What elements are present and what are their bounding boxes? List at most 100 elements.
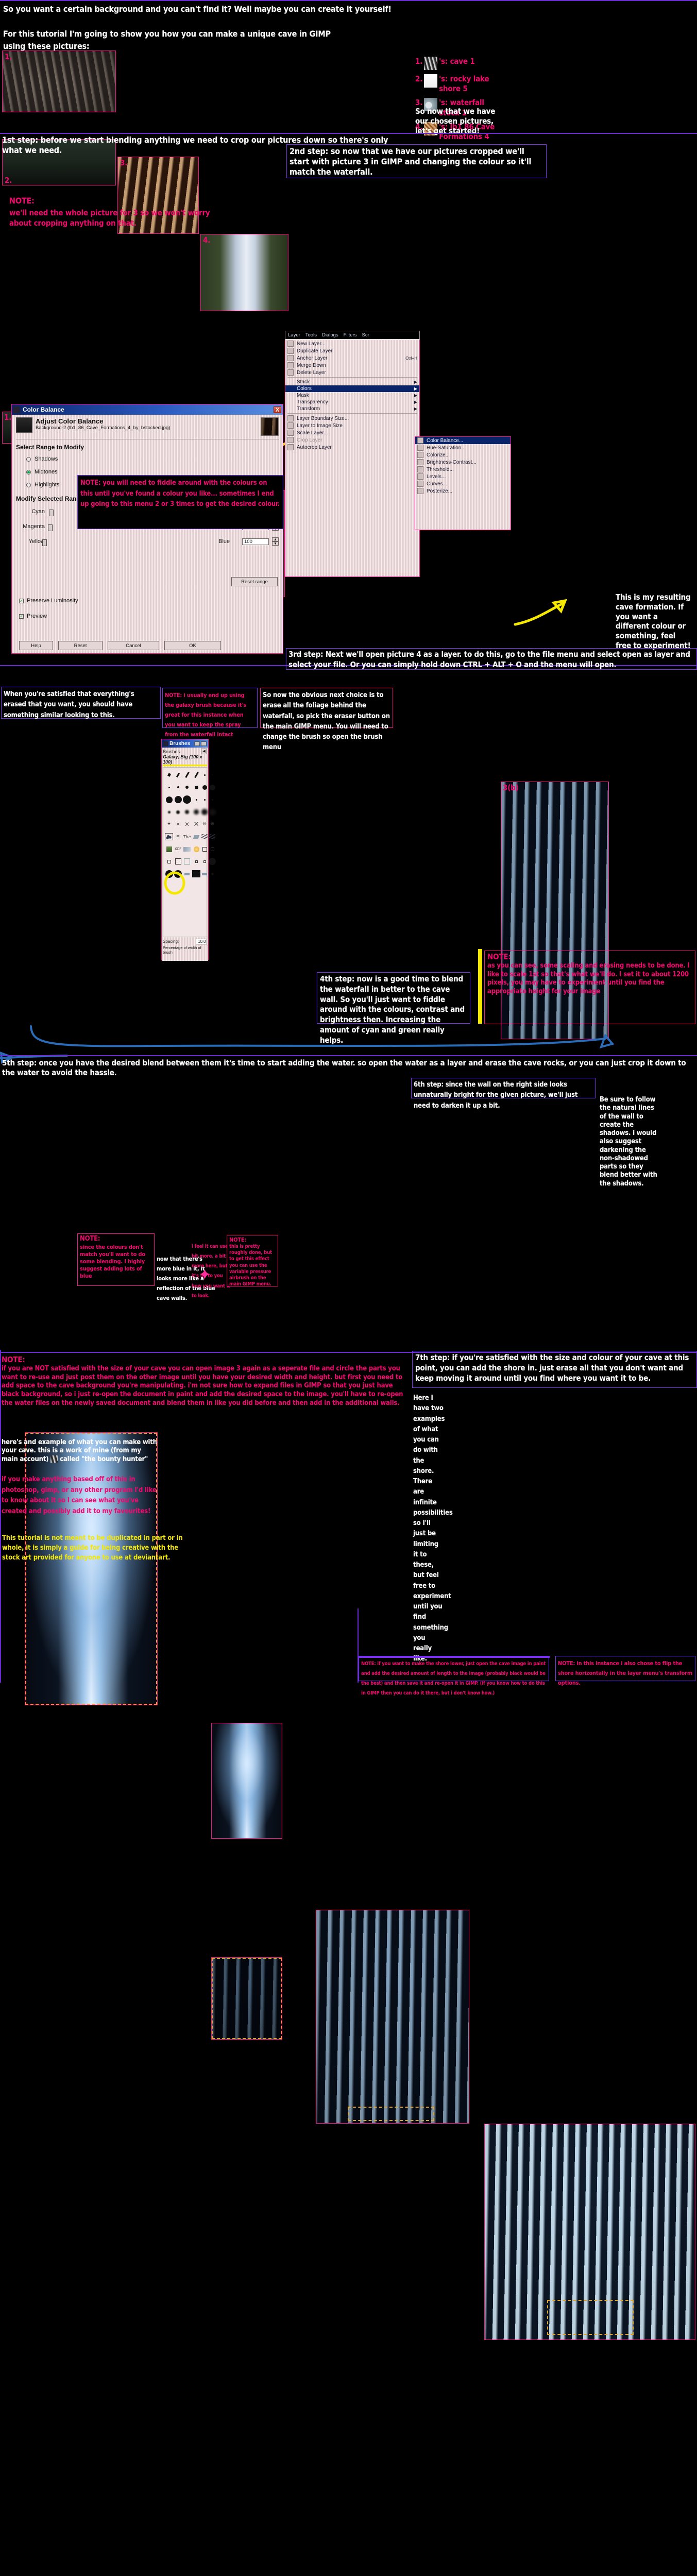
menu-item-duplicate-layer[interactable]: Duplicate Layer xyxy=(285,347,419,354)
brush-item-galaxy-big[interactable] xyxy=(165,831,173,842)
checkbox-preserve-luminosity[interactable]: ✓ Preserve Luminosity xyxy=(19,598,78,604)
menubar-item-dialogs[interactable]: Dialogs xyxy=(322,332,338,338)
brush-item[interactable] xyxy=(209,782,216,793)
brush-item[interactable] xyxy=(209,843,216,855)
menu-item-hue-saturation[interactable]: Hue-Saturation... xyxy=(415,444,511,451)
brush-item[interactable] xyxy=(165,782,173,793)
brush-item[interactable] xyxy=(174,794,182,805)
menubar-item-tools[interactable]: Tools xyxy=(305,332,317,338)
spinner-arrows[interactable]: ▲▼ xyxy=(272,537,279,546)
brush-item[interactable] xyxy=(183,843,191,855)
brush-item[interactable] xyxy=(165,843,173,855)
spinner-down-icon[interactable]: ▼ xyxy=(272,541,279,546)
close-icon[interactable]: X xyxy=(274,406,281,413)
menu-item-color-balance[interactable]: Color Balance... xyxy=(415,437,511,444)
brushes-dialog[interactable]: Brushes Brushes ◀ Galaxy, Big (100 x 100… xyxy=(161,739,216,960)
menubar-item-filters[interactable]: Filters xyxy=(344,332,357,338)
minimize-icon[interactable] xyxy=(194,741,200,746)
brush-item[interactable] xyxy=(183,856,191,867)
slider-handle[interactable] xyxy=(42,539,47,546)
cancel-button[interactable]: Cancel xyxy=(108,641,159,650)
brush-item[interactable] xyxy=(183,769,191,781)
spacing-value[interactable]: 10.0 xyxy=(196,939,207,944)
ok-button[interactable]: OK xyxy=(164,641,221,650)
brush-item[interactable]: ❋ xyxy=(209,819,216,830)
brush-item[interactable]: XCF xyxy=(174,843,182,855)
menubar-item-script[interactable]: Scr xyxy=(362,332,369,338)
brush-item[interactable] xyxy=(192,806,200,818)
menu-item-colors[interactable]: Colors ▶ xyxy=(285,385,419,392)
menu-item-threshold[interactable]: Threshold... xyxy=(415,466,511,473)
radio-midtones[interactable]: Midtones xyxy=(26,469,279,475)
menu-item-scale-layer[interactable]: Scale Layer... xyxy=(285,429,419,436)
menu-item-transform[interactable]: Transform ▶ xyxy=(285,405,419,412)
brush-item[interactable] xyxy=(174,868,182,879)
radio-shadows[interactable]: Shadows xyxy=(26,456,279,462)
brush-item[interactable] xyxy=(201,831,208,842)
brush-item[interactable] xyxy=(192,868,200,879)
brush-item[interactable] xyxy=(174,769,182,781)
slider-row-yellow-blue[interactable]: Yellow Blue 100 ▲ ▼ xyxy=(16,537,279,546)
menu-item-mask[interactable]: Mask ▶ xyxy=(285,392,419,399)
brush-item[interactable] xyxy=(209,794,216,805)
menu-item-layer-to-image-size[interactable]: Layer to Image Size xyxy=(285,422,419,429)
brush-item[interactable] xyxy=(201,856,208,867)
brushes-titlebar[interactable]: Brushes xyxy=(162,739,208,748)
brush-item[interactable] xyxy=(192,856,200,867)
menu-item-levels[interactable]: Levels... xyxy=(415,473,511,480)
brush-item[interactable] xyxy=(183,782,191,793)
brush-item[interactable] xyxy=(192,769,200,781)
brush-item[interactable] xyxy=(174,856,182,867)
menubar-item-layer[interactable]: Layer xyxy=(288,332,300,338)
brush-item[interactable]: ❊ xyxy=(201,819,208,830)
brush-item[interactable] xyxy=(209,806,216,818)
brush-item[interactable] xyxy=(201,843,208,855)
brush-item[interactable] xyxy=(183,806,191,818)
menu-item-transparency[interactable]: Transparency ▶ xyxy=(285,399,419,405)
menu-item-anchor-layer[interactable]: Anchor Layer Ctrl+H xyxy=(285,354,419,362)
brush-item[interactable] xyxy=(183,868,191,879)
reset-range-button[interactable]: Reset range xyxy=(231,577,278,586)
help-button[interactable]: Help xyxy=(19,641,53,650)
brush-item[interactable] xyxy=(209,856,216,867)
menu-item-new-layer[interactable]: New Layer... xyxy=(285,340,419,347)
brush-item[interactable]: ✕ xyxy=(174,819,182,830)
brush-item[interactable] xyxy=(165,794,173,805)
menu-item-brightness-contrast[interactable]: Brightness-Contrast... xyxy=(415,459,511,466)
gimp-colors-submenu[interactable]: Color Balance... Hue-Saturation... Color… xyxy=(415,436,511,530)
menu-item-layer-boundary-size[interactable]: Layer Boundary Size... xyxy=(285,415,419,422)
brush-item[interactable]: ❋ xyxy=(174,831,182,842)
brush-item[interactable] xyxy=(174,782,182,793)
color-balance-titlebar[interactable]: Color Balance X xyxy=(12,404,283,415)
menu-item-autocrop-layer[interactable]: Autocrop Layer xyxy=(285,444,419,451)
brush-item[interactable]: ✕ xyxy=(183,819,191,830)
menu-item-delete-layer[interactable]: Delete Layer xyxy=(285,369,419,376)
brush-item[interactable] xyxy=(165,856,173,867)
brush-item[interactable] xyxy=(201,769,208,781)
reset-button[interactable]: Reset xyxy=(58,641,103,650)
brush-grid[interactable]: ✦ ✕ ✕ ✕ ❊ ❋ ❋ The XCF xyxy=(163,767,216,937)
brush-item[interactable] xyxy=(209,769,216,781)
slider-handle[interactable] xyxy=(49,510,54,516)
maximize-icon[interactable] xyxy=(201,741,207,746)
brush-item[interactable] xyxy=(165,868,173,879)
checkbox-preview[interactable]: ✓ Preview xyxy=(19,613,47,619)
menu-item-merge-down[interactable]: Merge Down xyxy=(285,362,419,369)
brush-item[interactable] xyxy=(183,794,191,805)
panel-menu-icon[interactable]: ◀ xyxy=(201,749,207,754)
slider-handle[interactable] xyxy=(48,524,53,531)
brush-item[interactable] xyxy=(192,782,200,793)
brush-item[interactable] xyxy=(201,794,208,805)
brush-item[interactable] xyxy=(201,806,208,818)
brush-item[interactable] xyxy=(201,782,208,793)
brush-item[interactable] xyxy=(209,868,216,879)
brush-item[interactable] xyxy=(192,843,200,855)
brush-item[interactable] xyxy=(165,806,173,818)
gimp-menubar[interactable]: Layer Tools Dialogs Filters Scr xyxy=(285,331,419,339)
gimp-layer-menu-dropdown[interactable]: New Layer... Duplicate Layer Anchor Laye… xyxy=(285,340,420,577)
menu-item-colorize[interactable]: Colorize... xyxy=(415,451,511,459)
brush-item[interactable]: ✦ xyxy=(165,819,173,830)
spinner-up-icon[interactable]: ▲ xyxy=(272,537,279,541)
menu-item-stack[interactable]: Stack ▶ xyxy=(285,379,419,385)
brush-item[interactable] xyxy=(192,831,200,842)
